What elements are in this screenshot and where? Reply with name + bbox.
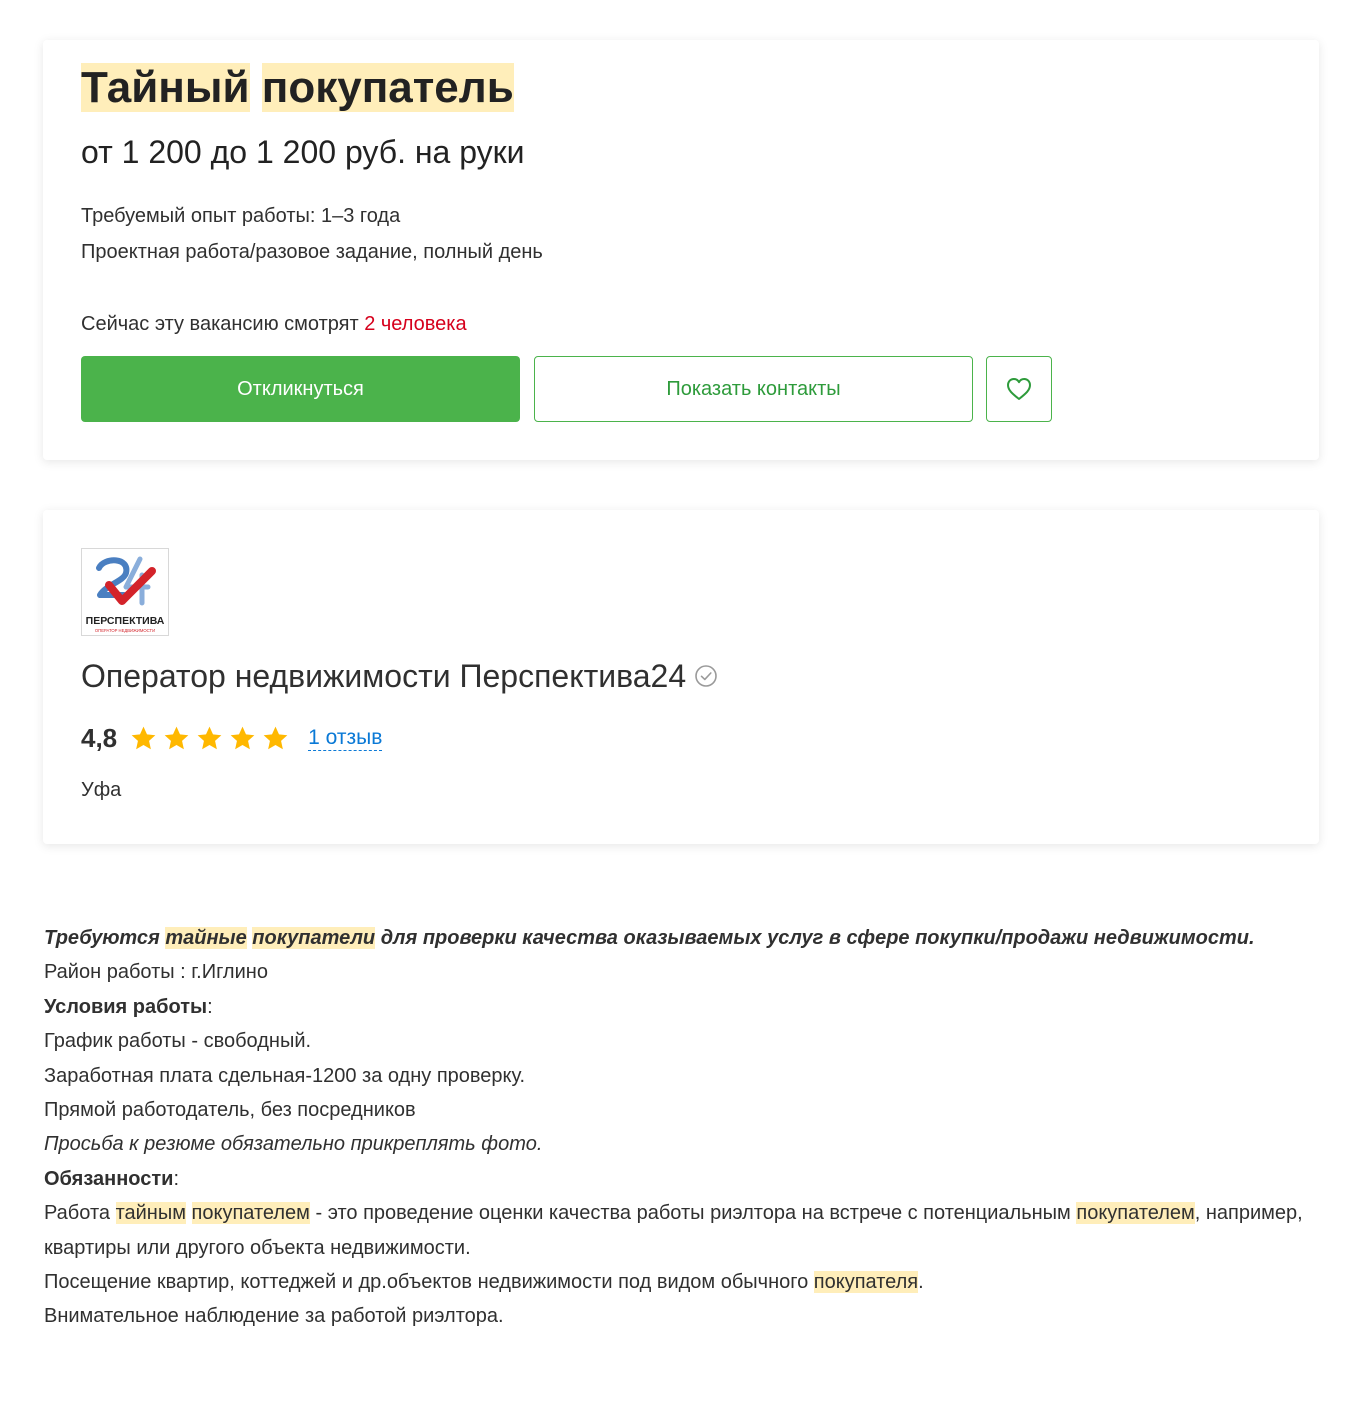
vacancy-title: Тайный покупатель xyxy=(81,62,514,114)
work-area: Район работы : г.Иглино xyxy=(44,961,268,984)
lead-text-1: Требуются xyxy=(44,927,160,949)
rating-stars xyxy=(129,724,290,753)
duty-1: Работа тайным покупателем - это проведен… xyxy=(44,1196,1334,1265)
duty1-text-a: Работа xyxy=(44,1202,110,1225)
verified-check-icon xyxy=(695,665,717,687)
viewers-count: 2 человека xyxy=(364,313,467,335)
duty1-highlight-1: тайным xyxy=(115,1202,186,1225)
company-logo-image: ПЕРСПЕКТИВА ОПЕРАТОР НЕДВИЖИМОСТИ xyxy=(86,556,165,633)
duty2-highlight: покупателя xyxy=(813,1271,919,1294)
title-highlight-2: покупатель xyxy=(261,63,514,112)
rating-row: 4,8 1 отзыв xyxy=(81,720,383,756)
duty-3: Внимательное наблюдение за работой риэлт… xyxy=(44,1305,504,1328)
employment-type: Проектная работа/разовое задание, полный… xyxy=(81,241,543,263)
star-full-icon xyxy=(131,726,156,749)
duty2-text-b: . xyxy=(918,1271,924,1294)
star-full-icon xyxy=(197,726,222,749)
conditions-title: Условия работы xyxy=(44,995,208,1018)
duties-heading: Обязанности: xyxy=(44,1162,1334,1196)
company-name[interactable]: Оператор недвижимости Перспектива24 xyxy=(81,656,686,696)
lead-highlight-2: покупатели xyxy=(252,927,376,949)
experience-requirement: Требуемый опыт работы: 1–3 года xyxy=(81,205,401,227)
vacancy-card: Тайный покупатель от 1 200 до 1 200 руб.… xyxy=(43,40,1319,460)
favorite-button[interactable] xyxy=(986,356,1052,422)
rating-value: 4,8 xyxy=(81,722,118,753)
star-full-icon xyxy=(230,726,255,749)
description-lead: Требуются тайные покупатели для проверки… xyxy=(44,921,1334,955)
heart-icon xyxy=(1007,378,1031,400)
star-full-icon xyxy=(263,726,288,749)
company-city: Уфа xyxy=(81,779,122,801)
title-highlight-1: Тайный xyxy=(81,63,250,112)
star-full-icon xyxy=(164,726,189,749)
vacancy-description: Требуются тайные покупатели для проверки… xyxy=(44,921,1334,1334)
viewers-counter: Сейчас эту вакансию смотрят 2 человека xyxy=(81,312,467,336)
duties-colon: : xyxy=(173,1167,180,1190)
show-contacts-button[interactable]: Показать контакты xyxy=(534,356,973,422)
company-logo[interactable]: ПЕРСПЕКТИВА ОПЕРАТОР НЕДВИЖИМОСТИ xyxy=(81,548,169,636)
duty1-text-b: - это проведение оценки качества работы … xyxy=(315,1202,1071,1225)
photo-note: Просьба к резюме обязательно прикреплять… xyxy=(44,1133,543,1156)
lead-highlight-1: тайные xyxy=(165,927,247,949)
logo-subtext: ОПЕРАТОР НЕДВИЖИМОСТИ xyxy=(95,628,155,633)
duty1-highlight-3: покупателем xyxy=(1076,1202,1195,1225)
company-card: ПЕРСПЕКТИВА ОПЕРАТОР НЕДВИЖИМОСТИ Операт… xyxy=(43,510,1319,844)
logo-text: ПЕРСПЕКТИВА xyxy=(86,615,165,627)
company-name-row: Оператор недвижимости Перспектива24 xyxy=(81,656,718,696)
condition-pay: Заработная плата сдельная-1200 за одну п… xyxy=(44,1064,526,1087)
condition-schedule: График работы - свободный. xyxy=(44,1030,312,1053)
duty1-highlight-2: покупателем xyxy=(191,1202,310,1225)
conditions-colon: : xyxy=(207,995,213,1018)
reviews-link[interactable]: 1 отзыв xyxy=(308,726,383,751)
salary: от 1 200 до 1 200 руб. на руки xyxy=(81,134,525,170)
viewers-prefix: Сейчас эту вакансию смотрят xyxy=(81,313,359,335)
duty2-text-a: Посещение квартир, коттеджей и др.объект… xyxy=(44,1271,809,1294)
apply-button[interactable]: Откликнуться xyxy=(81,356,520,422)
lead-text-2: для проверки качества оказываемых услуг … xyxy=(380,927,1255,949)
condition-direct-employer: Прямой работодатель, без посредников xyxy=(44,1099,416,1122)
duties-title: Обязанности xyxy=(44,1167,174,1190)
duty-2: Посещение квартир, коттеджей и др.объект… xyxy=(44,1265,1334,1299)
conditions-heading: Условия работы: xyxy=(44,990,1334,1024)
